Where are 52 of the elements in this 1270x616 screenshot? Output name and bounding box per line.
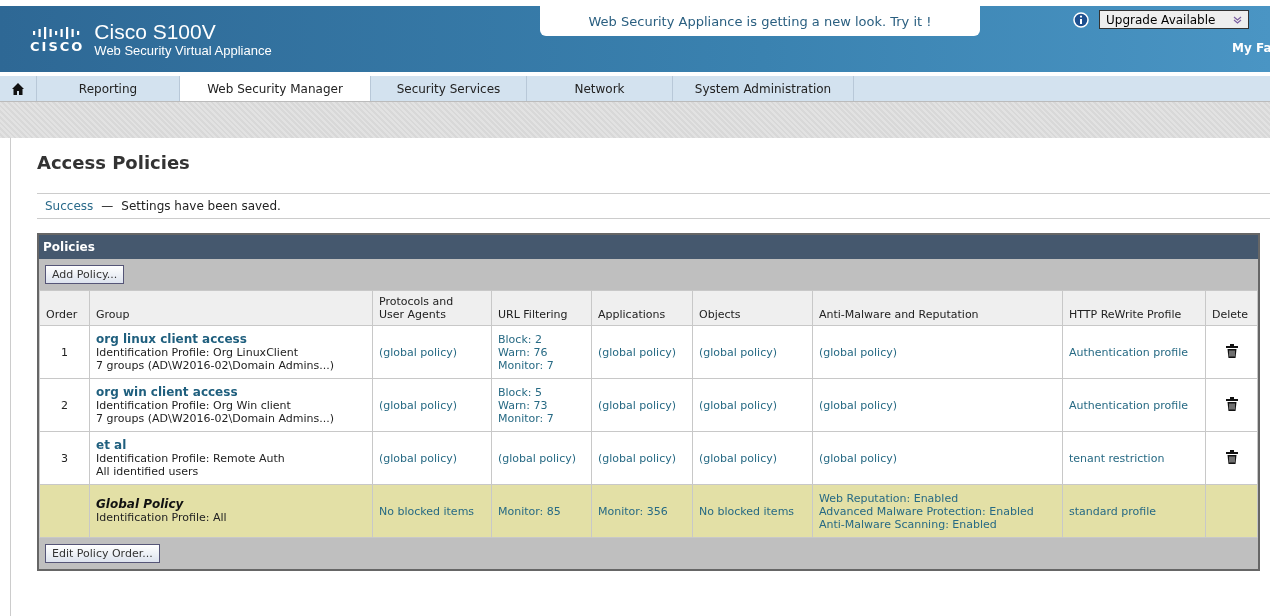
column-header: Delete <box>1212 308 1250 321</box>
favorites-link[interactable]: My Fa <box>1232 41 1270 55</box>
new-look-banner[interactable]: Web Security Appliance is getting a new look. Try it ! <box>540 6 980 36</box>
trash-icon[interactable] <box>1225 449 1238 464</box>
order-number: 2 <box>61 398 68 412</box>
column-header: Anti-Malware and Reputation <box>819 308 980 321</box>
policy-setting-link[interactable]: Monitor: 7 <box>498 411 585 425</box>
policy-setting-link[interactable]: Monitor: 7 <box>498 358 585 372</box>
order-number: 1 <box>61 345 68 359</box>
chevron-icon <box>1233 15 1242 24</box>
policy-detail: 7 groups (AD\W2016-02\Domain Admins...) <box>96 358 335 372</box>
info-icon[interactable] <box>1073 12 1089 28</box>
policy-setting-link[interactable]: Web Reputation: Enabled <box>819 491 1056 505</box>
policy-name[interactable]: org win client access <box>96 385 366 399</box>
logo-text: CISCO <box>30 38 85 54</box>
column-header: Applications <box>598 308 667 321</box>
policy-detail: 7 groups (AD\W2016-02\Domain Admins...) <box>96 411 335 425</box>
policy-setting-link[interactable]: Anti-Malware Scanning: Enabled <box>819 517 1056 531</box>
policy-detail: Identification Profile: All <box>96 511 228 524</box>
policy-setting-link[interactable]: Advanced Malware Protection: Enabled <box>819 504 1056 518</box>
column-header: Group <box>96 308 131 321</box>
product-subtitle: Web Security Virtual Appliance <box>94 42 272 58</box>
column-header: URL Filtering <box>498 308 569 321</box>
separator-dash: — <box>101 199 114 213</box>
upgrade-dropdown[interactable]: Upgrade Available <box>1099 10 1249 29</box>
column-header: Protocols and User Agents <box>379 295 455 321</box>
policy-name[interactable]: org linux client access <box>96 332 366 346</box>
add-policy-button[interactable]: Add Policy... <box>45 265 125 284</box>
policy-detail: Identification Profile: Remote Auth <box>96 451 286 465</box>
policy-name[interactable]: et al <box>96 438 366 452</box>
policy-setting-link[interactable]: Block: 2 <box>498 332 585 346</box>
column-header: Objects <box>699 308 742 321</box>
policy-setting-link[interactable]: Warn: 76 <box>498 345 585 359</box>
panel-title: Policies <box>39 235 1258 259</box>
policy-setting-link[interactable]: Block: 5 <box>498 385 585 399</box>
policy-setting-link[interactable]: Warn: 73 <box>498 398 585 412</box>
order-number: 3 <box>61 451 68 465</box>
policy-detail: Identification Profile: Org LinuxClient <box>96 345 299 359</box>
page-title: Access Policies <box>37 152 191 173</box>
trash-icon[interactable] <box>1225 396 1238 411</box>
edit-policy-order-button[interactable]: Edit Policy Order... <box>45 544 160 563</box>
column-header: Order <box>46 308 79 321</box>
policy-detail: All identified users <box>96 464 200 478</box>
policy-name: Global Policy <box>96 498 185 511</box>
status-message: Settings have been saved. <box>121 199 281 213</box>
policy-detail: Identification Profile: Org Win client <box>96 398 292 412</box>
nav-tab[interactable]: Web Security Manager <box>180 76 371 101</box>
column-header: HTTP ReWrite Profile <box>1069 308 1183 321</box>
home-icon[interactable] <box>12 82 24 95</box>
trash-icon[interactable] <box>1225 343 1238 358</box>
product-name: Cisco S100V <box>94 20 217 43</box>
status-text: Success <box>45 199 94 213</box>
